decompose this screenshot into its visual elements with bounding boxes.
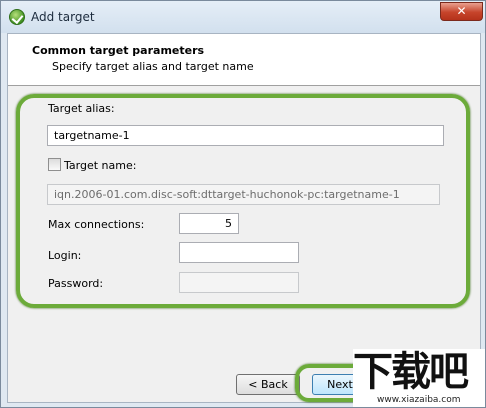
title-bar[interactable]: Add target ✕ — [1, 1, 485, 33]
back-button[interactable]: < Back — [236, 374, 300, 395]
window-title: Add target — [31, 10, 95, 24]
header-title: Common target parameters — [32, 44, 205, 57]
form-highlight-outline — [16, 94, 470, 308]
header-subtitle: Specify target alias and target name — [52, 60, 254, 73]
wizard-header: Common target parameters Specify target … — [8, 34, 480, 86]
close-button[interactable]: ✕ — [440, 2, 483, 21]
watermark-url: www.xiazaiba.com — [377, 395, 461, 405]
watermark-logo: 下载吧 www.xiazaiba.com — [353, 349, 485, 407]
watermark-logo-text: 下载吧 — [353, 349, 469, 395]
app-check-icon — [9, 9, 25, 25]
close-icon: ✕ — [456, 4, 467, 18]
add-target-dialog: Add target ✕ Common target parameters Sp… — [0, 0, 486, 408]
dialog-content: Common target parameters Specify target … — [7, 33, 481, 403]
